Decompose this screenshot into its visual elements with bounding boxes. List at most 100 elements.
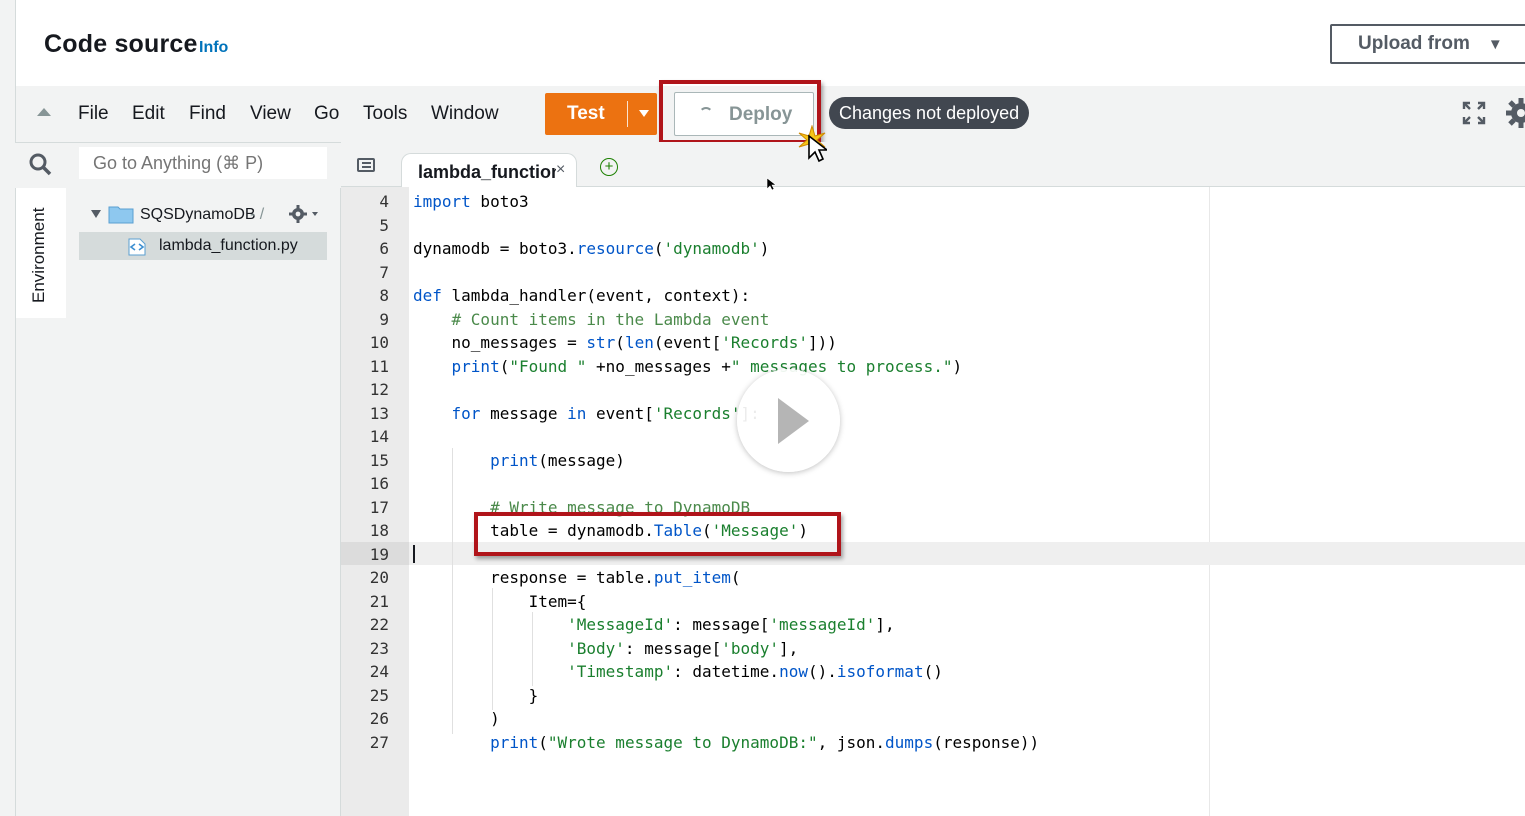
menu-view[interactable]: View <box>250 103 291 125</box>
code-token: message <box>480 404 568 423</box>
code-line-26: ) <box>413 709 500 728</box>
mouse-pointer-icon <box>766 177 777 196</box>
code-token: event[ <box>586 404 654 423</box>
code-token: ], <box>779 639 799 658</box>
line-number: 22 <box>369 615 389 634</box>
code-token: 'dynamodb' <box>663 239 760 258</box>
code-token: ])) <box>807 333 837 352</box>
test-button[interactable]: Test <box>545 93 657 135</box>
code-line-10: no_messages = str(len(event['Records'])) <box>413 333 837 352</box>
editor-tab-lambda-function[interactable]: lambda_function × <box>401 153 577 187</box>
upload-from-label: Upload from <box>1358 33 1470 54</box>
code-token: dynamodb = boto3. <box>413 239 577 258</box>
code-token: : datetime. <box>673 662 780 681</box>
line-number: 13 <box>369 404 389 423</box>
code-source-header: Code source Info Upload from ▼ <box>15 0 1525 86</box>
fullscreen-icon[interactable] <box>1462 101 1486 130</box>
line-number: 27 <box>369 733 389 752</box>
line-number: 8 <box>379 286 389 305</box>
line-number: 24 <box>369 662 389 681</box>
code-token: " messages to process." <box>730 357 953 376</box>
open-files-list-icon[interactable] <box>357 158 375 177</box>
add-tab-icon[interactable]: + <box>600 158 618 176</box>
code-token: (). <box>807 662 837 681</box>
code-line-27: print("Wrote message to DynamoDB:", json… <box>413 733 1039 752</box>
code-token: lambda_handler(event, context): <box>441 286 751 305</box>
code-token: print <box>413 357 500 376</box>
menu-file[interactable]: File <box>78 103 109 125</box>
line-number: 6 <box>379 239 389 258</box>
menu-tools[interactable]: Tools <box>363 103 407 125</box>
code-token: 'Records' <box>653 404 741 423</box>
menu-edit[interactable]: Edit <box>132 103 165 125</box>
code-line-9: # Count items in the Lambda event <box>413 310 770 329</box>
code-token: isoformat <box>836 662 924 681</box>
python-file-icon <box>126 238 148 261</box>
caret-down-icon: ▼ <box>1487 35 1503 53</box>
code-token: 'Body' <box>413 639 625 658</box>
code-line-6: dynamodb = boto3.resource('dynamodb') <box>413 239 769 258</box>
line-number: 20 <box>369 568 389 587</box>
test-dropdown-caret-icon[interactable] <box>639 110 649 117</box>
code-token: print <box>413 733 539 752</box>
code-token: len <box>624 333 654 352</box>
code-token: 'MessageId' <box>413 615 674 634</box>
code-token: 'messageId' <box>769 615 876 634</box>
mouse-pointer-icon <box>807 134 830 169</box>
code-line-11: print("Found " +no_messages +" messages … <box>413 357 963 376</box>
code-highlight-box <box>474 512 841 556</box>
collapse-up-icon[interactable] <box>37 108 51 116</box>
code-line-21: Item={ <box>413 592 587 611</box>
code-token: 'Records' <box>721 333 808 352</box>
editor-tab-label: lambda_function <box>418 162 556 182</box>
ide-menubar: File Edit Find View Go Tools Window Test… <box>15 80 1525 144</box>
changes-not-deployed-badge: Changes not deployed <box>829 97 1030 129</box>
upload-from-button[interactable]: Upload from ▼ <box>1330 24 1525 64</box>
code-line-4: import boto3 <box>413 192 529 211</box>
code-token: ( <box>538 733 548 752</box>
search-icon[interactable] <box>28 152 52 181</box>
environment-tab[interactable]: Environment <box>16 188 67 318</box>
code-token: str <box>586 333 616 352</box>
close-tab-icon[interactable]: × <box>556 161 565 179</box>
code-token: now <box>779 662 808 681</box>
code-line-13: for message in event['Records']: <box>413 404 760 423</box>
code-token: no_messages = <box>413 333 587 352</box>
play-icon <box>778 398 809 444</box>
line-number: 9 <box>379 310 389 329</box>
video-play-button[interactable] <box>737 369 840 472</box>
test-label: Test <box>567 103 605 124</box>
project-folder-name[interactable]: SQSDynamoDB <box>140 206 256 224</box>
file-item-lambda-function[interactable]: lambda_function.py <box>79 232 327 260</box>
code-token: "Found " <box>509 357 587 376</box>
menu-find[interactable]: Find <box>189 103 226 125</box>
environment-tab-label: Environment <box>29 207 48 303</box>
tree-expand-arrow-icon[interactable] <box>91 210 101 218</box>
line-number: 25 <box>369 686 389 705</box>
file-item-label: lambda_function.py <box>159 237 298 254</box>
settings-gear-icon[interactable] <box>1504 96 1525 135</box>
code-token: +no_messages + <box>586 357 731 376</box>
code-token: ], <box>875 615 895 634</box>
go-to-anything-input[interactable] <box>79 147 327 179</box>
line-number: 19 <box>369 545 389 564</box>
line-number: 12 <box>369 380 389 399</box>
editor-tab-bar: lambda_function × + <box>341 142 1525 187</box>
file-tree-panel: SQSDynamoDB - / lambda_function.py <box>66 188 341 816</box>
folder-settings-gear-icon[interactable] <box>288 204 322 229</box>
code-token: ( <box>615 333 625 352</box>
line-number: 7 <box>379 263 389 282</box>
menu-window[interactable]: Window <box>431 103 499 125</box>
code-line-23: 'Body': message['body'], <box>413 639 798 658</box>
line-number: 11 <box>369 357 389 376</box>
info-link[interactable]: Info <box>199 39 228 57</box>
code-token: ) <box>759 239 770 258</box>
code-token: import <box>413 192 471 211</box>
menu-go[interactable]: Go <box>314 103 339 125</box>
code-token: ) <box>952 357 963 376</box>
text-caret <box>413 545 415 563</box>
code-token: () <box>923 662 943 681</box>
split-divider <box>627 101 628 127</box>
code-token: boto3 <box>470 192 529 211</box>
line-number: 5 <box>379 216 389 235</box>
